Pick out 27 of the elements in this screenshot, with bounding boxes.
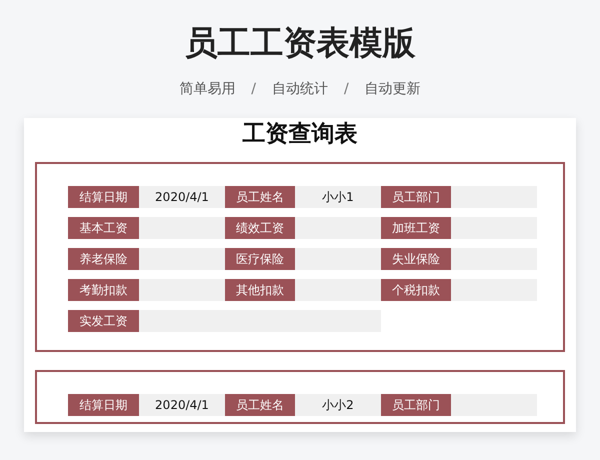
field-label: 员工部门 [381,186,451,208]
field-label: 考勤扣款 [68,278,139,301]
field-label: 养老保险 [68,248,139,270]
field-label: 结算日期 [68,394,139,416]
field-label: 加班工资 [381,216,451,239]
field-label: 基本工资 [68,216,139,239]
field-label: 员工部门 [381,394,451,416]
feature-label: 自动更新 [364,80,421,99]
page-title: 员工工资表模版 [184,22,416,64]
field-label: 失业保险 [381,248,451,270]
field-label: 绩效工资 [225,216,295,239]
feature-label: 简单易用 [179,80,236,99]
sheet-title: 工资查询表 [242,120,358,149]
field-label: 其他扣款 [225,278,295,301]
separator: / [344,80,349,99]
separator: / [251,80,256,99]
feature-label: 自动统计 [272,80,328,99]
field-label: 员工姓名 [225,394,295,416]
field-value: 2020/4/1 [139,394,225,416]
field-value: 小小1 [295,186,381,208]
field-label: 结算日期 [68,186,139,208]
field-value: 小小2 [295,394,381,416]
field-label: 医疗保险 [225,248,295,270]
field-label: 实发工资 [68,310,139,332]
field-label: 员工姓名 [225,186,295,208]
field-value: 2020/4/1 [139,186,225,208]
field-label: 个税扣款 [381,278,451,301]
